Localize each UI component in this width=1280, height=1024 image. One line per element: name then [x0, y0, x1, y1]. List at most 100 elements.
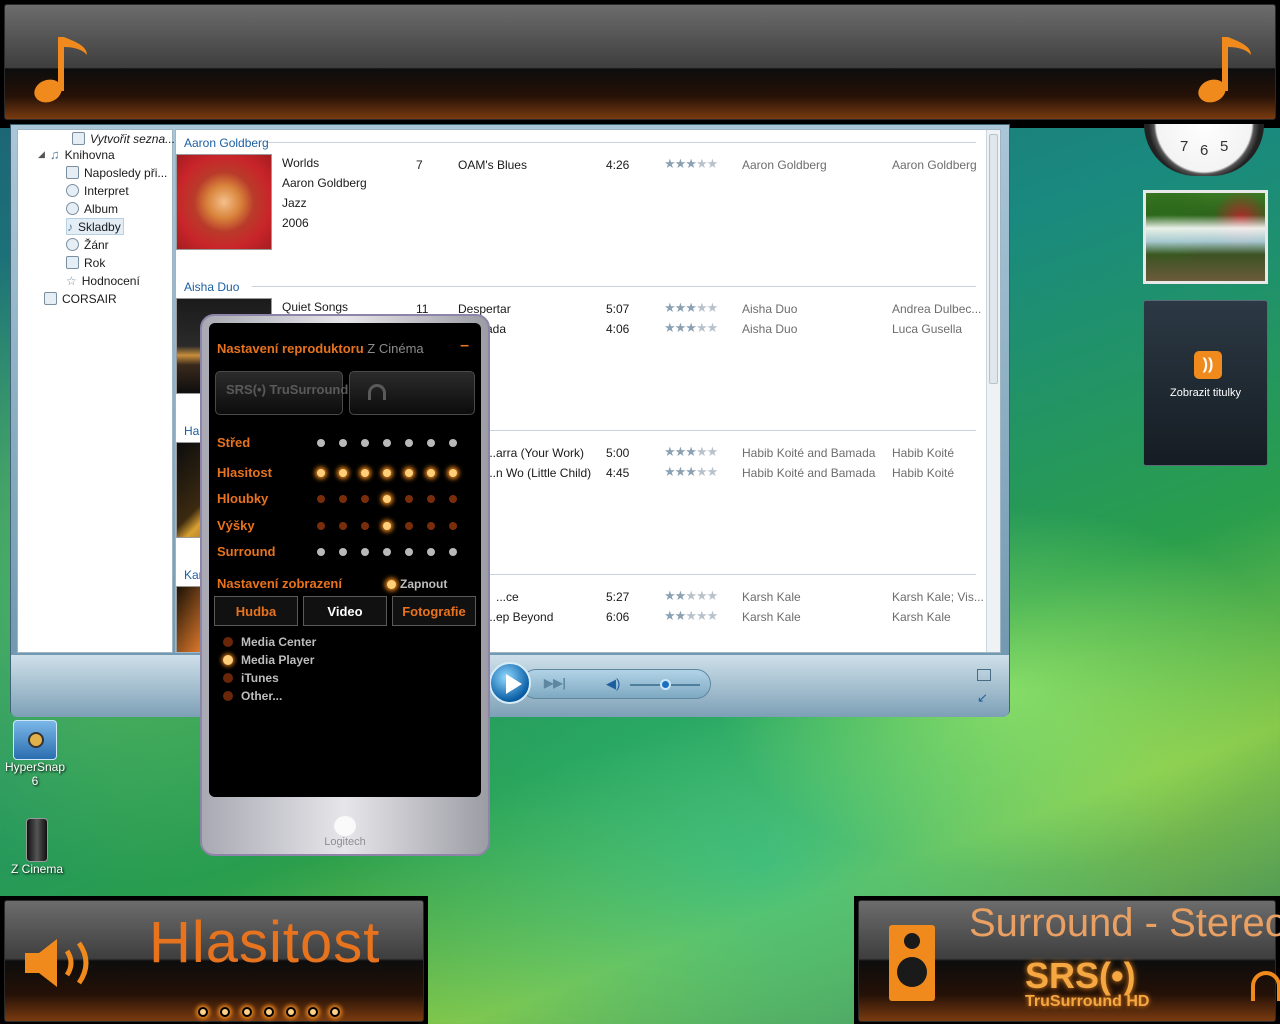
- level-dot[interactable]: [383, 495, 391, 503]
- rss-gadget-label[interactable]: Zobrazit titulky: [1144, 387, 1267, 399]
- volume-slider-knob[interactable]: [660, 679, 671, 690]
- track-title[interactable]: OAM's Blues: [458, 158, 527, 172]
- nav-item-library[interactable]: ◢ ♫ Knihovna: [38, 146, 115, 163]
- tab-video[interactable]: Video: [303, 596, 387, 626]
- switch-to-compact-icon[interactable]: ↙: [977, 690, 988, 706]
- rss-feed-gadget[interactable]: )) Zobrazit titulky: [1143, 300, 1268, 466]
- nav-item-recent[interactable]: Naposledy při...: [66, 164, 167, 181]
- fullscreen-icon[interactable]: [977, 669, 991, 681]
- panel-title: Nastavení reproduktoru Z Cinéma: [217, 341, 424, 356]
- desktop-icon-hypersnap[interactable]: HyperSnap 6: [0, 720, 70, 788]
- source-option-media-center[interactable]: Media Center: [223, 635, 316, 649]
- level-dot[interactable]: [317, 495, 325, 503]
- album-art-worlds[interactable]: [176, 154, 272, 250]
- collapse-arrow-icon[interactable]: ◢: [38, 149, 45, 160]
- nav-label: CORSAIR: [62, 291, 117, 306]
- level-dot[interactable]: [449, 439, 457, 447]
- level-dot[interactable]: [405, 522, 413, 530]
- nav-item-artist[interactable]: Interpret: [66, 182, 129, 199]
- source-option-itunes[interactable]: iTunes: [223, 671, 279, 685]
- level-dot[interactable]: [339, 439, 347, 447]
- volume-icon[interactable]: ◀): [606, 676, 620, 692]
- album-title: Worlds: [282, 156, 320, 170]
- minimize-button[interactable]: –: [460, 337, 469, 355]
- level-dot[interactable]: [405, 439, 413, 447]
- level-dot[interactable]: [383, 548, 391, 556]
- level-dot[interactable]: [317, 548, 325, 556]
- rating-stars[interactable]: ★★★★★: [664, 464, 718, 480]
- volume-level-dot: [330, 1007, 340, 1017]
- clock-gadget[interactable]: 7 6 5: [1144, 124, 1264, 176]
- level-dot[interactable]: [317, 522, 325, 530]
- artist-group-header[interactable]: Aisha Duo: [184, 280, 239, 294]
- scrollbar-thumb[interactable]: [989, 134, 998, 384]
- artist-group-header[interactable]: Aaron Goldberg: [184, 136, 269, 150]
- slideshow-gadget[interactable]: [1143, 190, 1268, 284]
- group-divider: [268, 142, 976, 143]
- composer: Habib Koité: [892, 446, 955, 460]
- clock-numeral-7: 7: [1180, 138, 1189, 155]
- level-dot[interactable]: [361, 469, 369, 477]
- level-dot[interactable]: [427, 548, 435, 556]
- level-dot[interactable]: [449, 469, 457, 477]
- srs-mode-button[interactable]: SRS(•) TruSurround HD: [215, 371, 371, 415]
- next-track-icon[interactable]: ▶▶|: [544, 676, 566, 690]
- level-dot[interactable]: [427, 522, 435, 530]
- level-dot[interactable]: [449, 522, 457, 530]
- radio-indicator: [223, 637, 233, 647]
- nav-item-album[interactable]: Album: [66, 200, 118, 217]
- level-dot[interactable]: [405, 495, 413, 503]
- nav-item-songs[interactable]: ♪ Skladby: [66, 218, 124, 235]
- display-toggle[interactable]: Zapnout: [387, 577, 447, 591]
- tab-hudba[interactable]: Hudba: [214, 596, 298, 626]
- nav-item-rating[interactable]: ☆ Hodnocení: [66, 272, 140, 289]
- desktop-icon-z-cinema[interactable]: Z Cinema: [2, 818, 72, 876]
- rating-stars[interactable]: ★★★★★: [664, 300, 718, 316]
- nav-item-year[interactable]: Rok: [66, 254, 105, 271]
- rating-stars[interactable]: ★★★★★: [664, 320, 718, 336]
- level-dot[interactable]: [427, 469, 435, 477]
- level-dot[interactable]: [361, 548, 369, 556]
- track-length: 4:26: [606, 158, 630, 172]
- level-dot[interactable]: [361, 439, 369, 447]
- level-dot[interactable]: [449, 548, 457, 556]
- track-length: 4:06: [606, 322, 630, 336]
- level-dot[interactable]: [383, 469, 391, 477]
- track-title[interactable]: ...arra (Your Work): [486, 446, 584, 460]
- track-length: 5:27: [606, 590, 630, 604]
- level-dot[interactable]: [383, 522, 391, 530]
- nav-item-create-playlist[interactable]: Vytvořit sezna...: [72, 130, 175, 147]
- surround-osd-panel: Surround - Stereo SRS(•) TruSurround HD: [858, 900, 1280, 1022]
- level-dot[interactable]: [339, 469, 347, 477]
- track-title[interactable]: ...ep Beyond: [486, 610, 553, 624]
- nav-item-genre[interactable]: Žánr: [66, 236, 109, 253]
- level-dot[interactable]: [405, 548, 413, 556]
- source-option-other[interactable]: Other...: [223, 689, 282, 703]
- play-button[interactable]: [489, 662, 531, 704]
- composer: Aaron Goldberg: [892, 158, 977, 172]
- rating-stars[interactable]: ★★★★★: [664, 588, 718, 604]
- level-dot[interactable]: [361, 495, 369, 503]
- nav-item-corsair[interactable]: CORSAIR: [44, 290, 117, 307]
- album-artist: Aaron Goldberg: [282, 176, 367, 190]
- source-option-media-player[interactable]: Media Player: [223, 653, 314, 667]
- level-dot[interactable]: [317, 469, 325, 477]
- rating-stars[interactable]: ★★★★★: [664, 608, 718, 624]
- level-dot[interactable]: [405, 469, 413, 477]
- level-dot[interactable]: [339, 548, 347, 556]
- level-dot[interactable]: [361, 522, 369, 530]
- track-title[interactable]: ...n Wo (Little Child): [486, 466, 591, 480]
- headphone-mode-button[interactable]: [349, 371, 475, 415]
- level-dot[interactable]: [339, 495, 347, 503]
- level-dot[interactable]: [383, 439, 391, 447]
- track-title[interactable]: ...ce: [496, 590, 519, 604]
- tab-fotografie[interactable]: Fotografie: [392, 596, 476, 626]
- level-dot[interactable]: [449, 495, 457, 503]
- level-dot[interactable]: [339, 522, 347, 530]
- level-dot[interactable]: [317, 439, 325, 447]
- level-dot[interactable]: [427, 439, 435, 447]
- vertical-scrollbar[interactable]: [986, 130, 1000, 652]
- rating-stars[interactable]: ★★★★★: [664, 444, 718, 460]
- rating-stars[interactable]: ★★★★★: [664, 156, 718, 172]
- level-dot[interactable]: [427, 495, 435, 503]
